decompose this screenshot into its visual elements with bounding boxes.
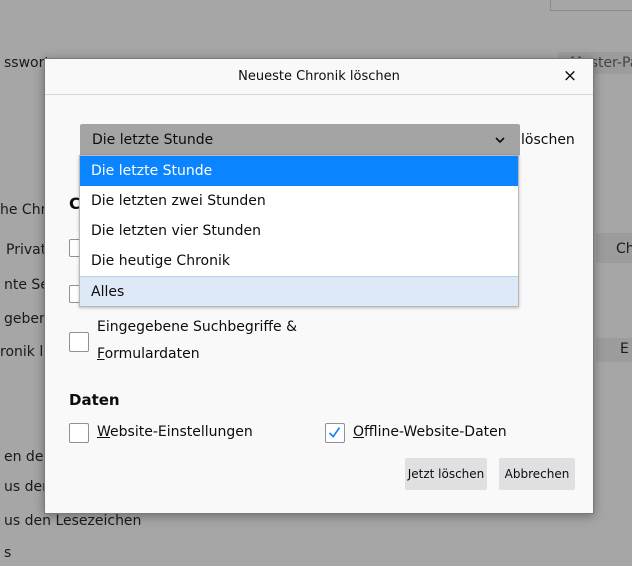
offline-data-checkbox[interactable] — [325, 423, 345, 443]
dialog-title: Neueste Chronik löschen — [238, 69, 400, 84]
dialog-header: Neueste Chronik löschen × — [45, 59, 593, 95]
site-settings-checkbox[interactable] — [69, 423, 89, 443]
bg-text: E — [620, 341, 629, 357]
site-settings-label[interactable]: Website-Einstellungen — [97, 419, 253, 446]
form-search-history-line2: Formulardaten — [97, 341, 297, 368]
form-search-history-line1: Eingegebene Suchbegriffe & — [97, 319, 298, 335]
label-rest: ebsite-Einstellungen — [110, 424, 253, 440]
bg-text: ronik l — [0, 344, 44, 360]
bg-text: sswort — [4, 55, 50, 71]
dropdown-option[interactable]: Die letzten zwei Stunden — [80, 186, 518, 216]
chevron-down-icon — [495, 137, 505, 144]
time-range-select[interactable]: Die letzte Stunde — [80, 124, 520, 156]
close-icon[interactable]: × — [561, 66, 579, 86]
dropdown-option[interactable]: Alles — [80, 276, 518, 306]
label-rest: ormulardaten — [104, 346, 200, 362]
bg-text: us der — [4, 479, 48, 495]
clear-now-button[interactable]: Jetzt löschen — [405, 458, 487, 490]
cancel-button[interactable]: Abbrechen — [499, 458, 575, 490]
time-range-suffix: löschen — [521, 132, 575, 148]
dropdown-option[interactable]: Die letzten vier Stunden — [80, 216, 518, 246]
bg-text: Ch — [616, 241, 632, 257]
dropdown-option[interactable]: Die letzte Stunde — [80, 156, 518, 186]
bg-top-input — [550, 0, 632, 11]
access-key: W — [97, 424, 111, 440]
form-search-history-checkbox[interactable] — [69, 332, 89, 352]
bg-text: us den Lesezeichen — [4, 513, 142, 529]
form-search-history-label[interactable]: Eingegebene Suchbegriffe & Formulardaten — [97, 314, 297, 368]
bg-text: Privat — [6, 242, 47, 258]
label-rest: ffline-Website-Daten — [364, 424, 507, 440]
dropdown-option[interactable]: Die heutige Chronik — [80, 246, 518, 276]
time-range-value: Die letzte Stunde — [92, 132, 214, 148]
bg-text: en der — [4, 449, 50, 465]
time-range-dropdown: Die letzte Stunde Die letzten zwei Stund… — [79, 155, 519, 307]
checkmark-icon — [329, 427, 341, 438]
data-heading: Daten — [69, 391, 120, 409]
offline-data-label[interactable]: Offline-Website-Daten — [353, 419, 507, 446]
access-key: O — [353, 424, 365, 440]
access-key: F — [97, 346, 105, 362]
bg-text: s — [4, 545, 12, 561]
